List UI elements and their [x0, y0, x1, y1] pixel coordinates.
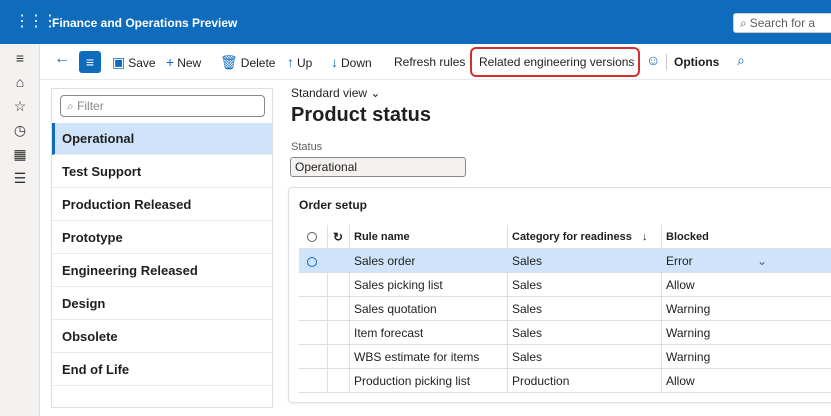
blocked-cell: Warning [666, 326, 711, 340]
new-button[interactable]: + New [166, 54, 201, 71]
rule-name-cell: Item forecast [354, 326, 424, 340]
list-item-prototype[interactable]: Prototype [52, 222, 272, 254]
grid-header-row: ↻ Rule name Category for readiness ↓ Blo… [299, 225, 831, 249]
search-icon: ⌕ [67, 99, 78, 113]
table-row[interactable]: Production picking list Production Allow [299, 369, 831, 393]
page-title: Product status [291, 104, 432, 126]
column-header-category[interactable]: Category for readiness [512, 225, 632, 249]
arrow-up-icon: ↑ [287, 54, 294, 70]
app-launcher-icon[interactable]: ⋮⋮⋮ [14, 14, 58, 30]
category-cell: Sales [512, 326, 543, 340]
status-field[interactable]: Operational [290, 157, 466, 177]
trash-icon: 🗑 [220, 54, 238, 70]
column-header-rule-name[interactable]: Rule name [354, 225, 410, 249]
table-row[interactable]: Sales picking list Sales Allow [299, 273, 831, 297]
sort-down-icon: ↓ [642, 231, 648, 243]
table-row[interactable]: WBS estimate for items Sales Warning [299, 345, 831, 369]
row-radio[interactable] [307, 249, 317, 273]
refresh-icon[interactable]: ↻ [333, 225, 343, 249]
search-icon: ⌕ [740, 16, 747, 30]
app-title: Finance and Operations Preview [52, 16, 238, 30]
list-item-production-released[interactable]: Production Released [52, 189, 272, 221]
view-selector[interactable]: Standard view ⌄ [291, 86, 380, 100]
select-all-radio[interactable] [307, 225, 317, 249]
rule-name-cell: Sales quotation [354, 302, 437, 316]
table-row[interactable]: Sales order Sales Error ⌄ [299, 249, 831, 273]
separator [666, 54, 667, 70]
list-item-design[interactable]: Design [52, 288, 272, 320]
arrow-down-icon: ↓ [331, 54, 338, 70]
table-row[interactable]: Sales quotation Sales Warning [299, 297, 831, 321]
blocked-cell: Allow [666, 278, 695, 292]
list-icon[interactable]: ☰ [0, 170, 40, 187]
chevron-down-icon[interactable]: ⌄ [757, 249, 767, 273]
clock-icon[interactable]: ◷ [0, 122, 40, 139]
order-setup-title: Order setup [299, 198, 368, 212]
rule-name-cell: Production picking list [354, 374, 471, 388]
save-icon: ▣ [112, 54, 126, 70]
status-label: Status [291, 141, 323, 153]
blocked-cell: Allow [666, 374, 695, 388]
chevron-down-icon: ⌄ [370, 86, 381, 100]
order-setup-card: Order setup ↻ Rule name Category for rea… [288, 187, 831, 403]
blocked-cell: Warning [666, 350, 711, 364]
related-engineering-versions-button[interactable]: Related engineering versions [479, 54, 634, 70]
search-input[interactable]: ⌕ Search for a [733, 13, 831, 33]
search-placeholder: Search for a [749, 16, 816, 30]
back-arrow-icon[interactable]: ← [54, 50, 70, 68]
refresh-rules-button[interactable]: Refresh rules [394, 54, 465, 70]
column-header-blocked[interactable]: Blocked [666, 225, 709, 249]
rule-name-cell: Sales order [354, 254, 416, 268]
delete-button[interactable]: 🗑 Delete [220, 54, 275, 71]
hamburger-icon[interactable]: ≡ [0, 50, 40, 66]
save-button[interactable]: ▣ Save [112, 54, 156, 71]
status-list-panel: ⌕ Filter Operational Test Support Produc… [51, 88, 273, 408]
category-cell: Sales [512, 302, 543, 316]
category-cell: Sales [512, 278, 543, 292]
plus-icon: + [166, 54, 175, 70]
list-item-obsolete[interactable]: Obsolete [52, 321, 272, 353]
list-item-end-of-life[interactable]: End of Life [52, 354, 272, 386]
smiley-icon[interactable]: ☺ [646, 52, 660, 68]
navigation-rail: ≡ ⌂ ☆ ◷ ▦ ☰ [0, 44, 40, 416]
action-menu-button[interactable]: ≡ [79, 51, 101, 73]
home-icon[interactable]: ⌂ [0, 74, 40, 90]
category-cell: Sales [512, 350, 543, 364]
category-cell: Sales [512, 254, 543, 268]
options-button[interactable]: Options [674, 54, 719, 70]
star-icon[interactable]: ☆ [0, 98, 40, 115]
workspace-icon[interactable]: ▦ [0, 146, 40, 163]
list-item-test-support[interactable]: Test Support [52, 156, 272, 188]
category-cell: Production [512, 374, 570, 388]
up-button[interactable]: ↑ Up [287, 54, 312, 71]
table-row[interactable]: Item forecast Sales Warning [299, 321, 831, 345]
list-item-operational[interactable]: Operational [52, 123, 272, 155]
action-pane: ← ≡ ▣ Save + New 🗑 Delete ↑ Up ↓ Down Refresh… [40, 44, 831, 80]
down-button[interactable]: ↓ Down [331, 54, 372, 71]
filter-input[interactable]: ⌕ Filter [60, 95, 265, 117]
top-bar: ⋮⋮⋮ Finance and Operations Preview ⌕ Sear… [0, 0, 831, 44]
blocked-cell[interactable]: Error [666, 249, 693, 273]
rule-name-cell: Sales picking list [354, 278, 443, 292]
filter-placeholder: Filter [77, 99, 104, 113]
list-item-engineering-released[interactable]: Engineering Released [52, 255, 272, 287]
rule-name-cell: WBS estimate for items [354, 350, 480, 364]
search-icon[interactable]: ⌕ [737, 52, 745, 68]
blocked-cell: Warning [666, 302, 711, 316]
